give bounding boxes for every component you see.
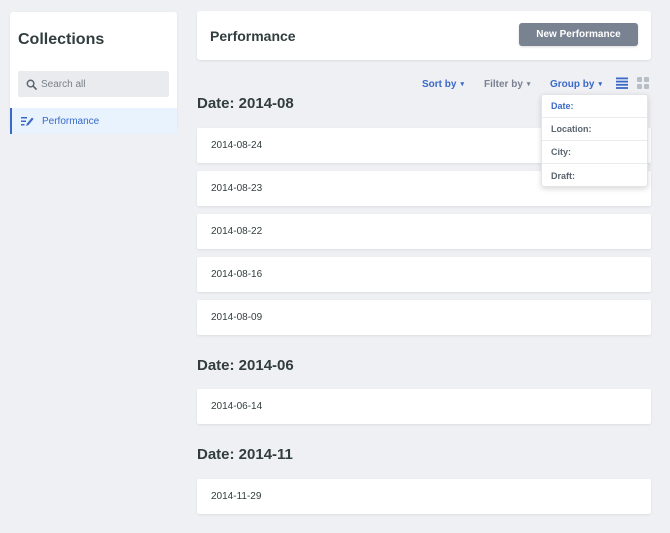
chevron-down-icon: ▾ (598, 81, 602, 88)
sidebar-title: Collections (18, 31, 105, 48)
new-performance-button[interactable]: New Performance (519, 23, 638, 46)
sidebar-item-performance[interactable]: Performance (10, 108, 177, 134)
group-by-button[interactable]: Group by ▾ (550, 77, 602, 91)
page-header: Performance New Performance (197, 11, 651, 60)
group-option-date[interactable]: Date: (542, 95, 647, 118)
chevron-down-icon: ▾ (526, 81, 531, 88)
list-item[interactable]: 2014-08-09 (197, 300, 651, 335)
group-option-draft[interactable]: Draft: (542, 164, 647, 187)
list-item[interactable]: 2014-08-16 (197, 257, 651, 292)
group-by-dropdown: Date: Location: City: Draft: (541, 94, 648, 187)
list-item[interactable]: 2014-06-14 (197, 389, 651, 424)
page-title: Performance (210, 28, 296, 44)
grid-view-icon[interactable] (637, 77, 649, 89)
filter-by-label: Filter by (484, 78, 523, 90)
group-heading: Date: 2014-11 (197, 446, 293, 463)
sidebar-item-label: Performance (42, 115, 100, 127)
group-heading: Date: 2014-06 (197, 357, 294, 374)
search-box[interactable] (18, 71, 169, 97)
group-heading: Date: 2014-08 (197, 95, 294, 112)
list-item[interactable]: 2014-08-22 (197, 214, 651, 249)
sort-by-label: Sort by (422, 78, 457, 90)
list-view-icon[interactable] (616, 77, 628, 89)
chevron-down-icon: ▾ (460, 81, 464, 88)
sort-by-button[interactable]: Sort by ▾ (422, 77, 464, 91)
search-input[interactable] (41, 78, 161, 90)
list-item[interactable]: 2014-11-29 (197, 479, 651, 514)
group-option-location[interactable]: Location: (542, 118, 647, 141)
group-by-label: Group by (550, 78, 595, 90)
collections-sidebar: Collections Performance (10, 12, 177, 134)
group-option-city[interactable]: City: (542, 141, 647, 164)
search-icon (26, 79, 37, 90)
filter-by-button[interactable]: Filter by ▾ (484, 77, 530, 91)
edit-list-icon (21, 116, 34, 127)
